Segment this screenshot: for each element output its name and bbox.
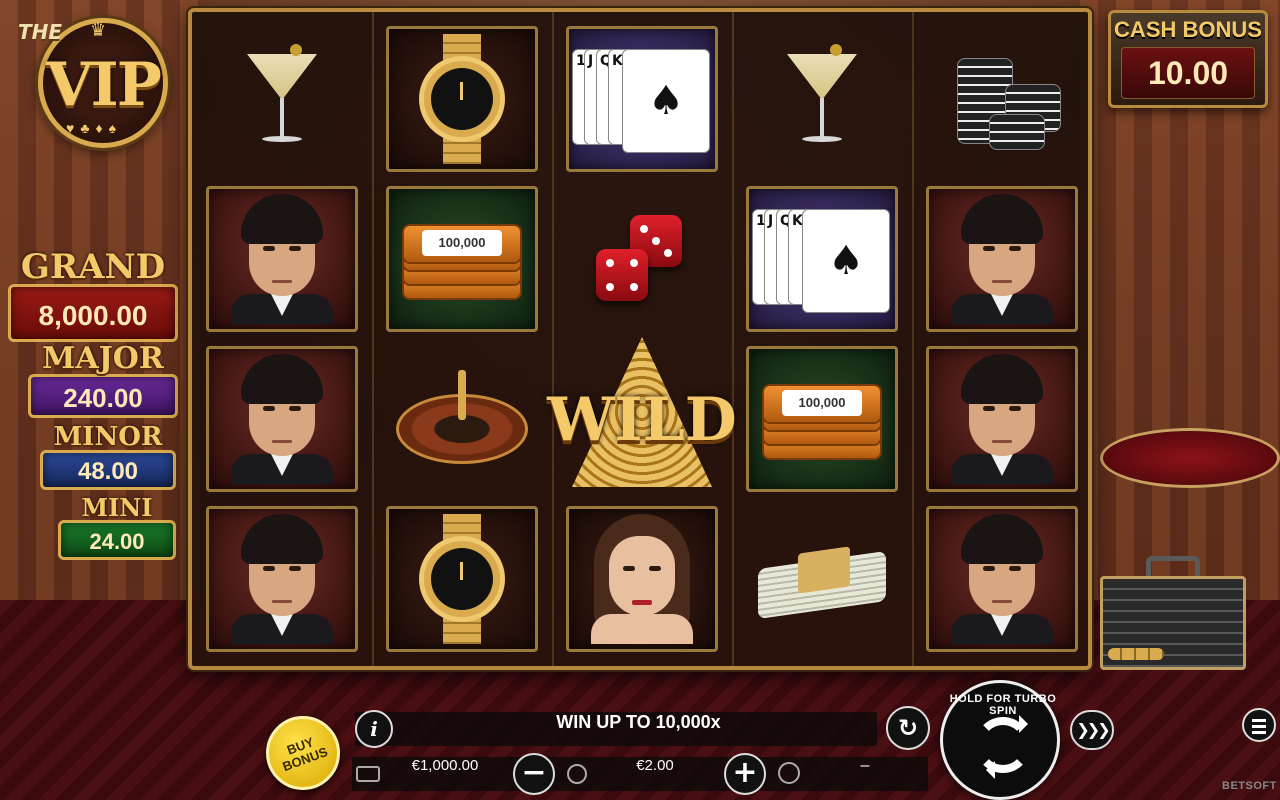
jackpot-minor-label: MINOR	[53, 422, 163, 452]
spin-button[interactable]: HOLD FOR TURBO SPIN	[940, 680, 1060, 800]
symbol-royal-flush-cards: 10 J Q K ♠	[746, 186, 898, 332]
autoplay-icon[interactable]: ↻	[886, 706, 930, 750]
decrease-bet-button[interactable]: −	[513, 753, 555, 795]
symbol-chip-bundle: 100,000	[746, 346, 898, 492]
info-button[interactable]: i	[355, 710, 393, 748]
game-stage: THE ♛ VIP ♥♣♦♠ GRAND 8,000.00 MAJOR 240.…	[0, 0, 1280, 800]
logo-title: VIP	[46, 50, 162, 120]
increase-bet-button[interactable]: +	[724, 753, 766, 795]
spade-icon: ♠	[802, 209, 890, 313]
jackpot-mini-label: MINI	[81, 493, 153, 522]
jackpot-grand-label: GRAND	[20, 247, 166, 287]
symbol-vip-man	[206, 346, 358, 492]
symbol-vip-man	[206, 506, 358, 652]
logo-prefix: THE	[18, 20, 63, 44]
symbol-roulette-wheel	[386, 346, 538, 492]
jackpot-mini-value: 24.00	[58, 520, 176, 560]
bet-value: €2.00	[636, 757, 674, 774]
symbol-chip-bundle: 100,000	[386, 186, 538, 332]
symbol-money-clip	[746, 506, 898, 652]
jackpot-minor: MINOR 48.00	[40, 424, 176, 490]
symbol-martini	[206, 26, 358, 172]
jackpot-major-label: MAJOR	[42, 341, 164, 376]
spade-icon: ♠	[622, 49, 710, 153]
reel-divider	[372, 12, 374, 666]
chip-bundle-label: 100,000	[422, 230, 502, 256]
provider-brand: BETSOFT	[1222, 780, 1277, 792]
wild-label: WILD	[547, 385, 737, 455]
reel-divider	[912, 12, 914, 666]
card-suits-icon: ♥♣♦♠	[66, 120, 123, 136]
coins-icon	[567, 764, 587, 784]
jackpot-minor-value: 48.00	[40, 450, 176, 490]
symbol-poker-chips	[926, 26, 1078, 172]
jackpot-mini: MINI 24.00	[58, 496, 176, 560]
cash-bonus-label: CASH BONUS	[1114, 17, 1262, 42]
symbol-vip-man	[926, 506, 1078, 652]
reel-grid: 100,000 10 J Q K ♠ WILD	[188, 8, 1092, 670]
cash-bonus-value: 10.00	[1121, 47, 1255, 99]
symbol-dice	[566, 186, 718, 332]
wallet-icon	[356, 766, 380, 782]
chip-bundle-label: 100,000	[782, 390, 862, 416]
jackpot-major-value: 240.00	[28, 374, 178, 418]
win-value: –	[860, 757, 870, 774]
symbol-vip-man	[206, 186, 358, 332]
symbol-vip-man	[926, 346, 1078, 492]
cash-bonus-panel: CASH BONUS 10.00	[1108, 10, 1268, 108]
award-icon	[778, 762, 800, 784]
briefcase-collector	[1100, 556, 1246, 670]
symbol-vip-woman	[566, 506, 718, 652]
promo-text: WIN UP TO 10,000x	[556, 712, 721, 732]
hamburger-menu-icon[interactable]	[1242, 708, 1276, 742]
buy-bonus-label: BUY BONUS	[280, 733, 330, 775]
game-logo: THE ♛ VIP ♥♣♦♠	[18, 8, 168, 148]
symbol-royal-flush-cards: 10 J Q K ♠	[566, 26, 718, 172]
symbol-gold-watch	[386, 506, 538, 652]
spin-arrows-icon	[975, 715, 1031, 779]
jackpot-grand-value: 8,000.00	[8, 284, 178, 342]
spin-hint: HOLD FOR TURBO SPIN	[949, 693, 1057, 717]
symbol-vip-man	[926, 186, 1078, 332]
buy-bonus-button[interactable]: BUY BONUS	[266, 716, 340, 790]
symbol-wild: WILD	[536, 332, 748, 502]
background-poker-table	[1100, 428, 1280, 488]
fast-forward-icon[interactable]: ❯❯❯	[1070, 710, 1114, 750]
symbol-martini	[746, 26, 898, 172]
crown-icon: ♛	[90, 20, 107, 40]
jackpot-major: MAJOR 240.00	[28, 344, 178, 418]
symbol-gold-watch	[386, 26, 538, 172]
jackpot-grand: GRAND 8,000.00	[8, 250, 178, 342]
balance-value: €1,000.00	[411, 757, 479, 774]
